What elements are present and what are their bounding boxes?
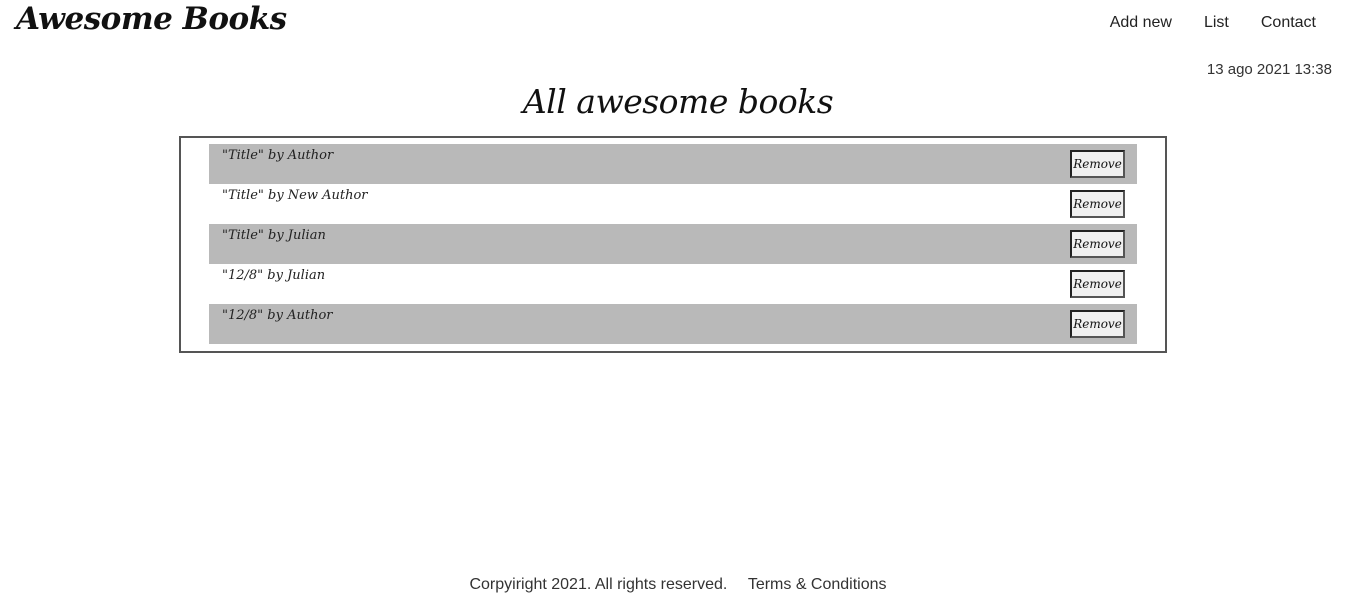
page: Awesome Books Add new List Contact 13 ag…	[0, 0, 1356, 602]
nav-add-new[interactable]: Add new	[1110, 14, 1172, 32]
page-title: All awesome books	[522, 82, 834, 121]
remove-button[interactable]: Remove	[1070, 230, 1125, 258]
book-title-author: "Title" by Julian	[222, 228, 326, 243]
book-list: "Title" by Author Remove "Title" by New …	[209, 144, 1137, 344]
book-title-author: "Title" by New Author	[222, 188, 368, 203]
current-datetime: 13 ago 2021 13:38	[1206, 61, 1332, 78]
remove-button[interactable]: Remove	[1070, 310, 1125, 338]
remove-button[interactable]: Remove	[1070, 190, 1125, 218]
book-title-author: "12/8" by Author	[222, 308, 333, 323]
book-title-author: "12/8" by Julian	[222, 268, 326, 283]
remove-button[interactable]: Remove	[1070, 270, 1125, 298]
book-title-author: "Title" by Author	[222, 148, 334, 163]
terms-link[interactable]: Terms & Conditions	[748, 576, 887, 593]
site-footer: Corpyiright 2021. All rights reserved. T…	[0, 576, 1356, 594]
main-nav: Add new List Contact	[1078, 14, 1316, 32]
copyright-text: Corpyiright 2021. All rights reserved.	[469, 576, 728, 593]
remove-button[interactable]: Remove	[1070, 150, 1125, 178]
book-row: "12/8" by Julian Remove	[209, 264, 1137, 304]
brand-logo[interactable]: Awesome Books	[16, 1, 287, 37]
book-row: "Title" by Julian Remove	[209, 224, 1137, 264]
nav-list[interactable]: List	[1204, 14, 1229, 32]
book-row: "Title" by Author Remove	[209, 144, 1137, 184]
book-row: "Title" by New Author Remove	[209, 184, 1137, 224]
book-row: "12/8" by Author Remove	[209, 304, 1137, 344]
book-list-container: "Title" by Author Remove "Title" by New …	[179, 136, 1167, 353]
nav-contact[interactable]: Contact	[1261, 14, 1316, 32]
